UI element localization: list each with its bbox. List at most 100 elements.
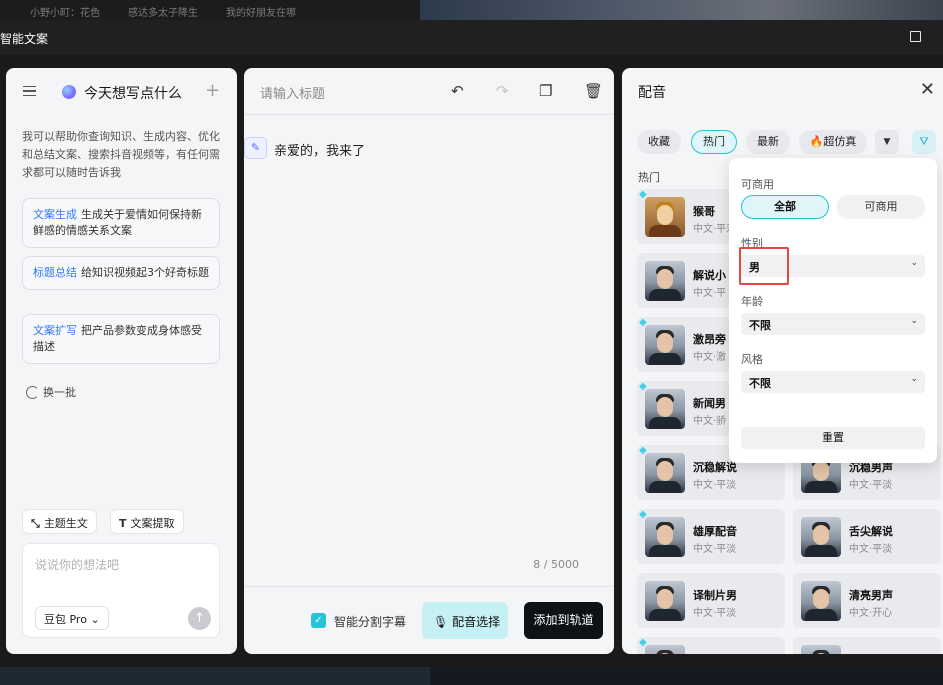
diamond-icon: ◆ bbox=[639, 637, 647, 648]
commercial-label: 可商用 bbox=[741, 178, 774, 191]
prompt-placeholder: 说说你的想法吧 bbox=[35, 558, 120, 572]
annotation-highlight-box bbox=[739, 247, 789, 285]
diamond-icon: ◆ bbox=[639, 509, 647, 520]
voice-style: 中文·平淡 bbox=[693, 480, 737, 491]
voice-style: 中文·平淡 bbox=[849, 480, 893, 491]
close-icon[interactable]: ✕ bbox=[920, 79, 935, 100]
smart-split-label: 智能分割字幕 bbox=[334, 615, 407, 629]
suggestion-card[interactable]: 标题总结 给知识视频起3个好奇标题 bbox=[22, 256, 220, 290]
tab-favorites[interactable]: 收藏 bbox=[637, 130, 681, 154]
voice-style: 中文·开心 bbox=[849, 608, 893, 619]
avatar bbox=[645, 645, 685, 654]
tab-hot[interactable]: 热门 bbox=[691, 130, 737, 154]
editor-panel: 请输入标题 ↶ ↷ ❐ 🗑 ✎ 亲爱的，我来了 8 / 5000 ✓ 智能分割字… bbox=[244, 68, 614, 654]
voice-name: 清亮男声 bbox=[849, 589, 893, 602]
chip-label: 文案提取 bbox=[130, 517, 175, 530]
avatar bbox=[801, 581, 841, 621]
avatar bbox=[801, 645, 841, 654]
model-name: 豆包 Pro bbox=[44, 613, 87, 626]
suggestion-card[interactable]: 文案生成 生成关于爱情如何保持新鲜感的情感关系文案 bbox=[22, 198, 220, 248]
style-label: 风格 bbox=[741, 353, 763, 366]
refresh-label: 换一批 bbox=[43, 386, 76, 399]
voice-card[interactable]: ◆ bbox=[637, 637, 785, 654]
menu-icon[interactable] bbox=[23, 86, 36, 96]
divider bbox=[244, 114, 614, 115]
age-select[interactable]: 不限 ⌄ bbox=[741, 313, 925, 335]
char-counter: 8 / 5000 bbox=[533, 558, 579, 571]
chevron-down-icon: ⌄ bbox=[910, 374, 918, 384]
reset-button[interactable]: 重置 bbox=[741, 427, 925, 449]
text-extract-button[interactable]: T 文案提取 bbox=[110, 509, 184, 534]
commercial-only-button[interactable]: 可商用 bbox=[837, 195, 925, 219]
window-titlebar: 智能文案 bbox=[0, 20, 943, 55]
maximize-icon[interactable] bbox=[910, 31, 921, 42]
chevron-down-icon: ⌄ bbox=[90, 613, 100, 626]
voice-icon: 🎙 bbox=[433, 615, 449, 629]
background-tab-2: 感达多太子降生 bbox=[128, 8, 198, 19]
topic-to-text-button[interactable]: ⤡ 主题生文 bbox=[22, 509, 97, 534]
suggestion-tag: 文案扩写 bbox=[33, 324, 77, 337]
assistant-intro: 我可以帮助你查询知识、生成内容、优化和总结文案、搜索抖音视频等，有任何需求都可以… bbox=[22, 130, 220, 179]
more-tabs-dropdown-icon[interactable]: ▼ bbox=[875, 130, 899, 154]
assistant-heading: 今天想写点什么 bbox=[84, 86, 182, 102]
avatar bbox=[645, 453, 685, 493]
trash-icon[interactable]: 🗑 bbox=[584, 82, 603, 100]
commercial-all-button[interactable]: 全部 bbox=[741, 195, 829, 219]
undo-icon[interactable]: ↶ bbox=[451, 82, 464, 100]
voice-name: 沉稳解说 bbox=[693, 461, 737, 474]
script-line[interactable]: 亲爱的，我来了 bbox=[274, 140, 365, 159]
prompt-input[interactable]: 说说你的想法吧 豆包 Pro ⌄ ↑ bbox=[22, 543, 220, 638]
voice-card[interactable]: ◆ 雄厚配音 中文·平淡 bbox=[637, 509, 785, 564]
model-select[interactable]: 豆包 Pro ⌄ bbox=[35, 606, 109, 630]
avatar bbox=[645, 581, 685, 621]
line-edit-icon[interactable]: ✎ bbox=[244, 137, 267, 159]
copy-icon[interactable]: ❐ bbox=[539, 82, 552, 100]
chevron-down-icon: ⌄ bbox=[910, 316, 918, 326]
avatar bbox=[645, 389, 685, 429]
window-title: 智能文案 bbox=[0, 32, 49, 46]
arrow-up-icon: ↑ bbox=[194, 611, 205, 626]
tab-ultra-real[interactable]: 🔥超仿真 bbox=[799, 130, 867, 154]
age-value: 不限 bbox=[749, 319, 771, 332]
voice-name: 雄厚配音 bbox=[693, 525, 737, 538]
tab-latest[interactable]: 最新 bbox=[746, 130, 790, 154]
chevron-down-icon: ⌄ bbox=[910, 258, 918, 268]
voice-name: 激昂旁 bbox=[693, 333, 726, 346]
voice-style: 中文·平淡 bbox=[693, 608, 737, 619]
refresh-suggestions-button[interactable]: 换一批 bbox=[26, 384, 76, 400]
new-chat-plus-icon[interactable]: + bbox=[205, 82, 220, 100]
suggestion-tag: 标题总结 bbox=[33, 266, 77, 279]
assistant-panel: 今天想写点什么 + 我可以帮助你查询知识、生成内容、优化和总结文案、搜索抖音视频… bbox=[6, 68, 237, 654]
send-button[interactable]: ↑ bbox=[188, 607, 211, 630]
filter-icon[interactable]: ⛛ bbox=[912, 130, 936, 154]
background-artwork bbox=[420, 0, 943, 20]
voice-select-button[interactable]: 🎙 配音选择 bbox=[422, 602, 508, 639]
suggestion-text: 给知识视频起3个好奇标题 bbox=[81, 266, 209, 279]
suggestion-tag: 文案生成 bbox=[33, 208, 77, 221]
style-select[interactable]: 不限 ⌄ bbox=[741, 371, 925, 393]
section-label: 热门 bbox=[638, 171, 660, 184]
divider bbox=[244, 586, 614, 587]
diamond-icon: ◆ bbox=[639, 445, 647, 456]
voice-card[interactable]: 译制片男 中文·平淡 bbox=[637, 573, 785, 628]
add-to-track-button[interactable]: 添加到轨道 bbox=[524, 602, 603, 639]
voice-card[interactable]: 清亮男声 中文·开心 bbox=[793, 573, 941, 628]
smart-split-checkbox[interactable]: ✓ bbox=[311, 613, 326, 628]
diamond-icon: ◆ bbox=[639, 317, 647, 328]
voice-filter-popover: 可商用 全部 可商用 性别 男 ⌄ 年龄 不限 ⌄ 风格 不限 ⌄ 重置 bbox=[729, 158, 937, 463]
age-label: 年龄 bbox=[741, 295, 763, 308]
background-tab-1: 小野小町：花色 bbox=[30, 8, 100, 19]
voice-style: 中文·骄 bbox=[693, 416, 727, 427]
voice-card[interactable] bbox=[793, 637, 941, 654]
title-input[interactable]: 请输入标题 bbox=[260, 83, 325, 102]
avatar bbox=[645, 261, 685, 301]
voice-panel-title: 配音 bbox=[638, 85, 666, 101]
chip-label: 主题生文 bbox=[43, 517, 88, 530]
voice-style: 中文·平 bbox=[693, 288, 727, 299]
diamond-icon: ◆ bbox=[639, 381, 647, 392]
background-tab-3: 我的好朋友在哪 bbox=[226, 8, 296, 19]
voice-card[interactable]: 舌尖解说 中文·平淡 bbox=[793, 509, 941, 564]
suggestion-card[interactable]: 文案扩写 把产品参数变成身体感受描述 bbox=[22, 314, 220, 364]
voice-style: 中文·平淡 bbox=[693, 544, 737, 555]
redo-icon[interactable]: ↷ bbox=[496, 82, 509, 100]
